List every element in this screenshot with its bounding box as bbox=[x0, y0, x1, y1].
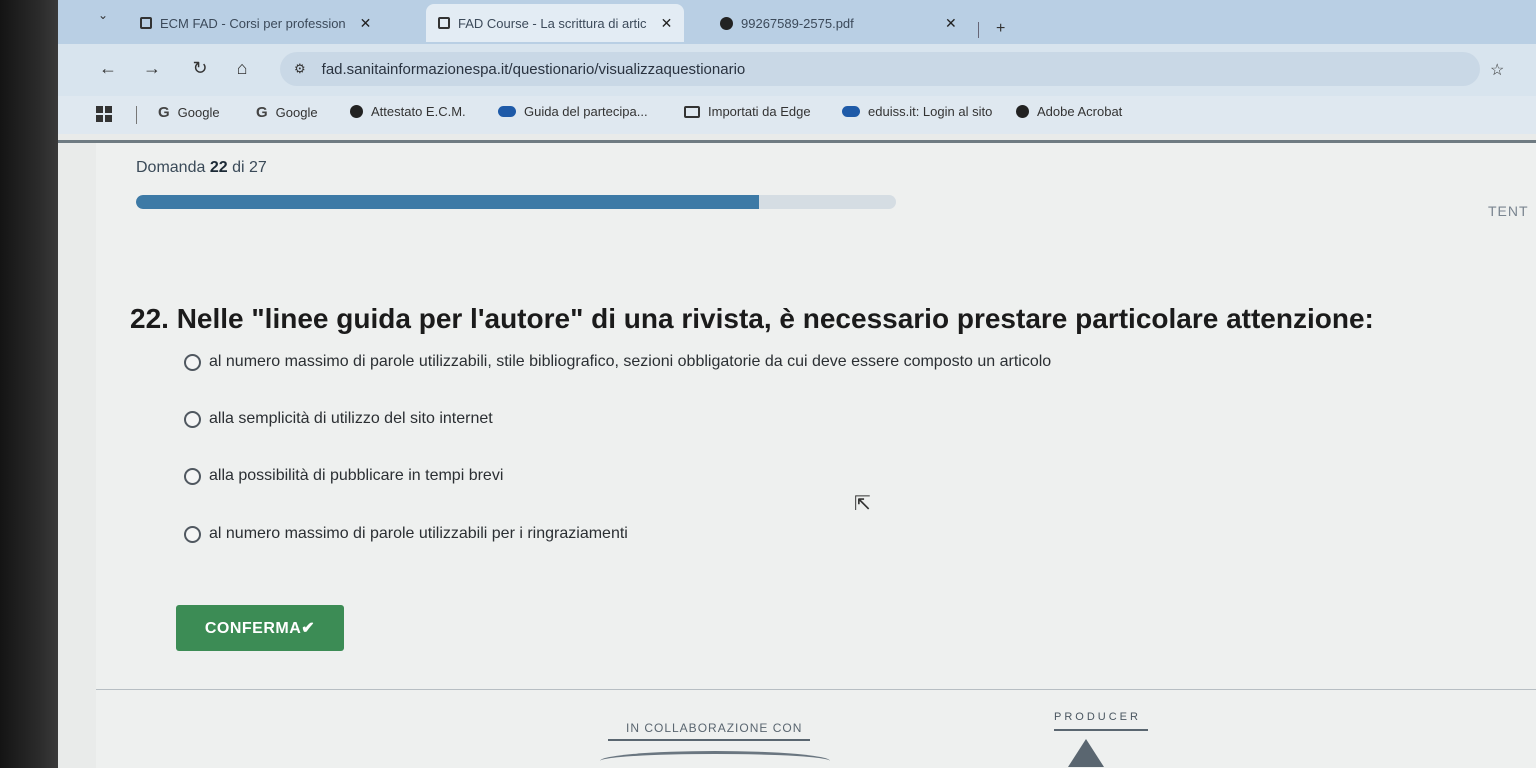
tab-separator bbox=[978, 22, 979, 38]
mouse-pointer-icon: ⇱ bbox=[854, 493, 871, 515]
bookmark-folder-edge[interactable]: Importati da Edge bbox=[684, 104, 811, 119]
tab-strip: ⌄ ECM FAD - Corsi per profession ✕ FAD C… bbox=[58, 0, 1536, 44]
url-text[interactable]: fad.sanitainformazionespa.it/questionari… bbox=[322, 61, 746, 78]
producer-logo-icon bbox=[1068, 739, 1104, 767]
answer-option-3[interactable]: alla possibilità di pubblicare in tempi … bbox=[184, 467, 503, 485]
bookmark-label: Importati da Edge bbox=[708, 104, 811, 119]
page-favicon-icon bbox=[438, 17, 450, 29]
tab-fad-course[interactable]: FAD Course - La scrittura di artic ✕ bbox=[426, 4, 685, 42]
new-tab-button[interactable]: + bbox=[996, 20, 1005, 38]
cloud-icon bbox=[842, 106, 860, 117]
footer-divider bbox=[96, 689, 1536, 690]
home-icon[interactable]: ⌂ bbox=[228, 54, 256, 82]
bookmark-guida[interactable]: Guida del partecipa... bbox=[498, 104, 648, 119]
quiz-progress-bar bbox=[136, 195, 896, 209]
page-favicon-icon bbox=[140, 17, 152, 29]
bookmark-eduiss[interactable]: eduiss.it: Login al sito bbox=[842, 104, 992, 119]
bookmark-google-1[interactable]: G Google bbox=[158, 104, 220, 121]
bookmark-label: Google bbox=[177, 105, 220, 120]
collaboration-label: IN COLLABORAZIONE CON bbox=[626, 721, 803, 735]
tab-ecm-fad[interactable]: ECM FAD - Corsi per profession ✕ bbox=[128, 4, 383, 42]
folder-icon bbox=[684, 105, 700, 118]
close-tab-icon[interactable]: ✕ bbox=[945, 15, 957, 32]
address-bar[interactable]: ⚙ fad.sanitainformazionespa.it/questiona… bbox=[280, 52, 1480, 86]
browser-toolbar: ← → ↻ ⌂ ⚙ fad.sanitainformazionespa.it/q… bbox=[58, 44, 1536, 96]
answer-option-1[interactable]: al numero massimo di parole utilizzabili… bbox=[184, 353, 1051, 371]
close-tab-icon[interactable]: ✕ bbox=[661, 15, 673, 32]
bookmarks-bar: G Google G Google Attestato E.C.M. Guida… bbox=[58, 96, 1536, 134]
answer-label: alla possibilità di pubblicare in tempi … bbox=[209, 467, 504, 484]
radio-button[interactable] bbox=[184, 467, 201, 485]
bookmark-label: Adobe Acrobat bbox=[1037, 104, 1123, 119]
bookmark-google-2[interactable]: G Google bbox=[256, 104, 318, 121]
bookmarks-separator bbox=[136, 106, 137, 124]
apps-grid-icon[interactable] bbox=[96, 106, 112, 122]
cloud-icon bbox=[498, 106, 516, 117]
close-tab-icon[interactable]: ✕ bbox=[360, 15, 372, 32]
forward-arrow-icon[interactable]: → bbox=[138, 54, 166, 82]
bookmark-star-icon[interactable]: ☆ bbox=[1490, 60, 1504, 80]
reload-icon[interactable]: ↻ bbox=[186, 54, 214, 82]
answer-option-4[interactable]: al numero massimo di parole utilizzabili… bbox=[184, 525, 628, 543]
answer-label: al numero massimo di parole utilizzabili… bbox=[209, 353, 1052, 370]
answer-option-2[interactable]: alla semplicità di utilizzo del sito int… bbox=[184, 410, 493, 428]
site-info-icon[interactable]: ⚙ bbox=[294, 61, 306, 77]
producer-label: PRODUCER bbox=[1054, 711, 1141, 723]
partner-logo bbox=[600, 751, 830, 768]
producer-underline bbox=[1054, 729, 1148, 731]
answer-label: alla semplicità di utilizzo del sito int… bbox=[209, 410, 493, 427]
bookmark-label: Google bbox=[275, 105, 318, 120]
bookmark-adobe[interactable]: Adobe Acrobat bbox=[1016, 104, 1122, 119]
attempts-label: TENT bbox=[1488, 203, 1529, 219]
progress-fill bbox=[136, 195, 760, 209]
collaboration-underline bbox=[608, 739, 810, 741]
quiz-page: Domanda 22 di 27 TENT 22. Nelle "linee g… bbox=[96, 143, 1536, 768]
answer-label: al numero massimo di parole utilizzabili… bbox=[209, 525, 628, 542]
bookmark-label: Guida del partecipa... bbox=[524, 104, 648, 119]
bookmark-label: eduiss.it: Login al sito bbox=[868, 104, 993, 119]
browser-window: ⌄ ECM FAD - Corsi per profession ✕ FAD C… bbox=[58, 0, 1536, 768]
total-questions: 27 bbox=[248, 159, 267, 176]
tab-title: ECM FAD - Corsi per profession bbox=[160, 15, 346, 31]
back-arrow-icon[interactable]: ← bbox=[94, 54, 122, 82]
confirm-button[interactable]: CONFERMA✔ bbox=[176, 605, 344, 651]
monitor-bezel bbox=[0, 0, 58, 768]
question-counter: Domanda 22 di 27 bbox=[136, 159, 267, 177]
question-text: 22. Nelle "linee guida per l'autore" di … bbox=[130, 303, 1374, 334]
globe-icon bbox=[720, 16, 733, 30]
tab-search-icon[interactable]: ⌄ bbox=[98, 8, 108, 22]
google-icon: G bbox=[158, 104, 170, 121]
tab-title: 99267589-2575.pdf bbox=[741, 15, 854, 31]
tab-pdf[interactable]: 99267589-2575.pdf ✕ bbox=[708, 4, 969, 42]
globe-icon bbox=[350, 105, 363, 118]
tab-title: FAD Course - La scrittura di artic bbox=[458, 15, 647, 31]
bookmark-attestato[interactable]: Attestato E.C.M. bbox=[350, 104, 466, 119]
radio-button[interactable] bbox=[184, 353, 201, 371]
radio-button[interactable] bbox=[184, 525, 201, 543]
google-icon: G bbox=[256, 104, 268, 121]
current-question-number: 22 bbox=[209, 159, 228, 176]
radio-button[interactable] bbox=[184, 410, 201, 428]
globe-icon bbox=[1016, 105, 1029, 118]
bookmark-label: Attestato E.C.M. bbox=[371, 104, 466, 119]
counter-mid: di bbox=[232, 159, 245, 176]
counter-prefix: Domanda bbox=[136, 159, 206, 176]
